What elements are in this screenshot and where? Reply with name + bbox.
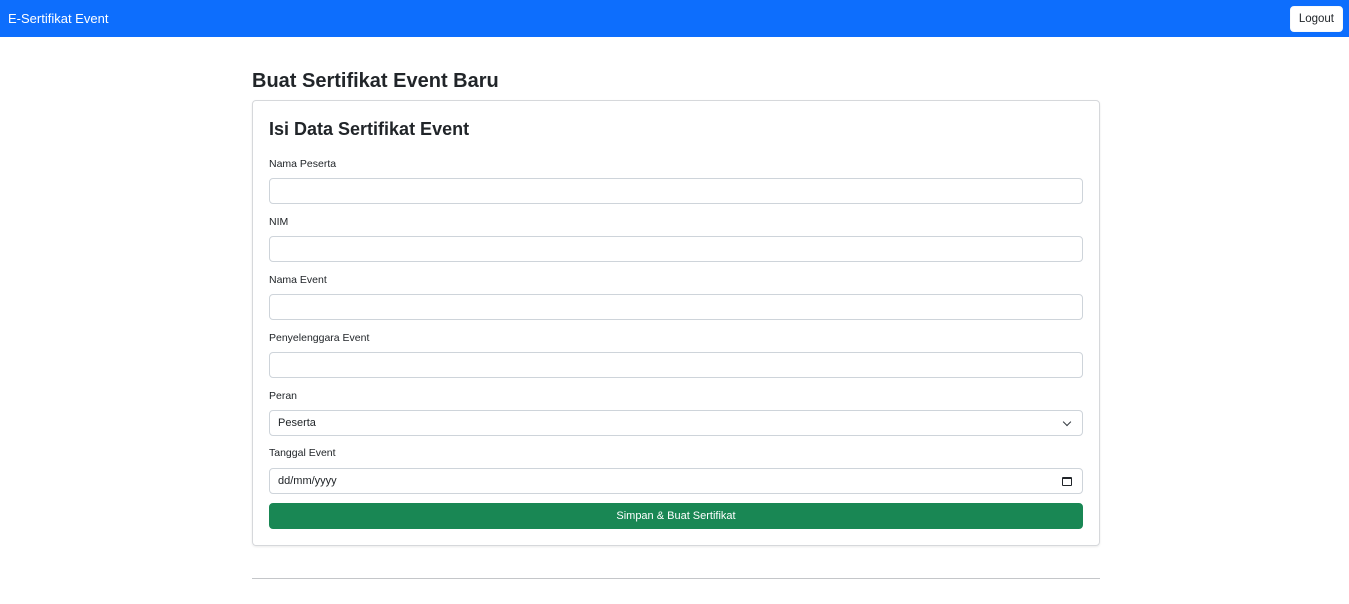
nama-event-label: Nama Event [269,274,327,286]
tanggal-event-input[interactable]: dd/mm/yyyy [269,468,1083,494]
certificate-form-card: Isi Data Sertifikat Event Nama Peserta N… [252,100,1100,546]
nama-event-input[interactable] [269,294,1083,320]
calendar-icon[interactable] [1062,476,1072,486]
nim-input[interactable] [269,236,1083,262]
penyelenggara-event-input[interactable] [269,352,1083,378]
chevron-down-icon [1062,417,1072,426]
page-title: Buat Sertifikat Event Baru [252,70,499,92]
peran-selected-value: Peserta [278,417,316,429]
tanggal-event-label: Tanggal Event [269,447,336,459]
navbar: E-Sertifikat Event Logout [0,0,1349,37]
card-title: Isi Data Sertifikat Event [269,119,470,139]
logout-button[interactable]: Logout [1289,5,1343,32]
submit-button[interactable]: Simpan & Buat Sertifikat [269,503,1083,529]
nama-peserta-input[interactable] [269,178,1083,204]
nama-peserta-label: Nama Peserta [269,158,337,170]
penyelenggara-event-label: Penyelenggara Event [269,332,370,344]
peran-label: Peran [269,390,298,402]
tanggal-event-placeholder: dd/mm/yyyy [278,475,337,487]
peran-select[interactable]: Peserta [269,410,1083,436]
nim-label: NIM [269,216,289,228]
footer-divider [252,578,1100,579]
brand-link[interactable]: E-Sertifikat Event [8,11,108,26]
